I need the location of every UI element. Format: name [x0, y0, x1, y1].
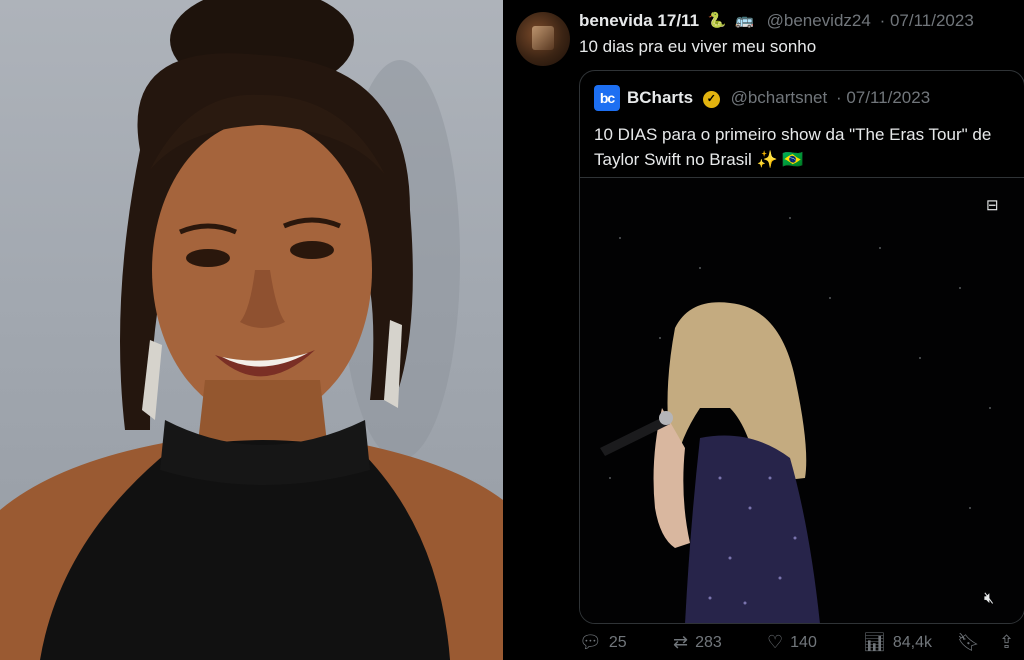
views-count: 84,4k	[892, 633, 932, 651]
author-name[interactable]: benevida 17/11	[579, 11, 699, 30]
retweet-icon: ⇄	[673, 632, 689, 652]
author-handle[interactable]: @benevidz24	[767, 11, 871, 30]
quoted-date[interactable]: · 07/11/2023	[836, 88, 930, 107]
video-frame	[600, 217, 991, 623]
share-icon: ⇪	[999, 632, 1015, 652]
tweet-date[interactable]: · 07/11/2023	[880, 11, 974, 30]
views-chart-icon: 📊︎	[863, 632, 886, 652]
like-count: 140	[790, 633, 817, 651]
bcharts-logo-icon[interactable]: bc	[594, 85, 620, 111]
author-avatar[interactable]	[516, 12, 570, 66]
snake-emoji-icon: 🐍	[707, 12, 727, 29]
quoted-tweet[interactable]: bc BCharts ✓ @bchartsnet · 07/11/2023 10…	[579, 70, 1024, 624]
tweet-pane: benevida 17/11 🐍 🚌 @benevidz24 · 07/11/2…	[503, 0, 1024, 660]
retweet-button[interactable]: ⇄ 283	[673, 632, 722, 653]
reply-button[interactable]: 💬︎ 25	[579, 632, 627, 653]
quoted-header: BCharts ✓ @bchartsnet · 07/11/2023	[627, 88, 930, 108]
video-player[interactable]: ⊟ 🔇︎	[580, 177, 1024, 623]
like-button[interactable]: ♡ 140	[767, 632, 817, 653]
captions-icon[interactable]: ⊟	[986, 196, 999, 214]
mute-icon[interactable]: 🔇︎	[984, 590, 994, 608]
bookmark-icon: 🔖︎	[957, 632, 980, 652]
heart-icon: ♡	[767, 632, 784, 652]
bus-emoji-icon: 🚌	[735, 12, 754, 29]
reply-icon: 💬︎	[579, 632, 602, 652]
tweet-text: 10 dias pra eu viver meu sonho	[579, 37, 817, 56]
tweet-header: benevida 17/11 🐍 🚌 @benevidz24 · 07/11/2…	[579, 11, 974, 31]
tweet-actions: 💬︎ 25 ⇄ 283 ♡ 140 📊︎ 84,4k 🔖︎ ⇪	[579, 632, 1019, 658]
bookmark-button[interactable]: 🔖︎	[957, 632, 987, 653]
reply-count: 25	[608, 633, 627, 651]
quoted-author-name[interactable]: BCharts	[627, 88, 693, 107]
views-button[interactable]: 📊︎ 84,4k	[863, 632, 932, 653]
verified-badge-icon: ✓	[702, 91, 720, 108]
share-button[interactable]: ⇪	[999, 632, 1021, 653]
portrait-illustration	[0, 0, 503, 660]
retweet-count: 283	[695, 633, 722, 651]
avatar-image	[532, 26, 554, 50]
portrait-photo	[0, 0, 503, 660]
quoted-text: 10 DIAS para o primeiro show da "The Era…	[594, 125, 992, 169]
quoted-handle[interactable]: @bchartsnet	[731, 88, 828, 107]
